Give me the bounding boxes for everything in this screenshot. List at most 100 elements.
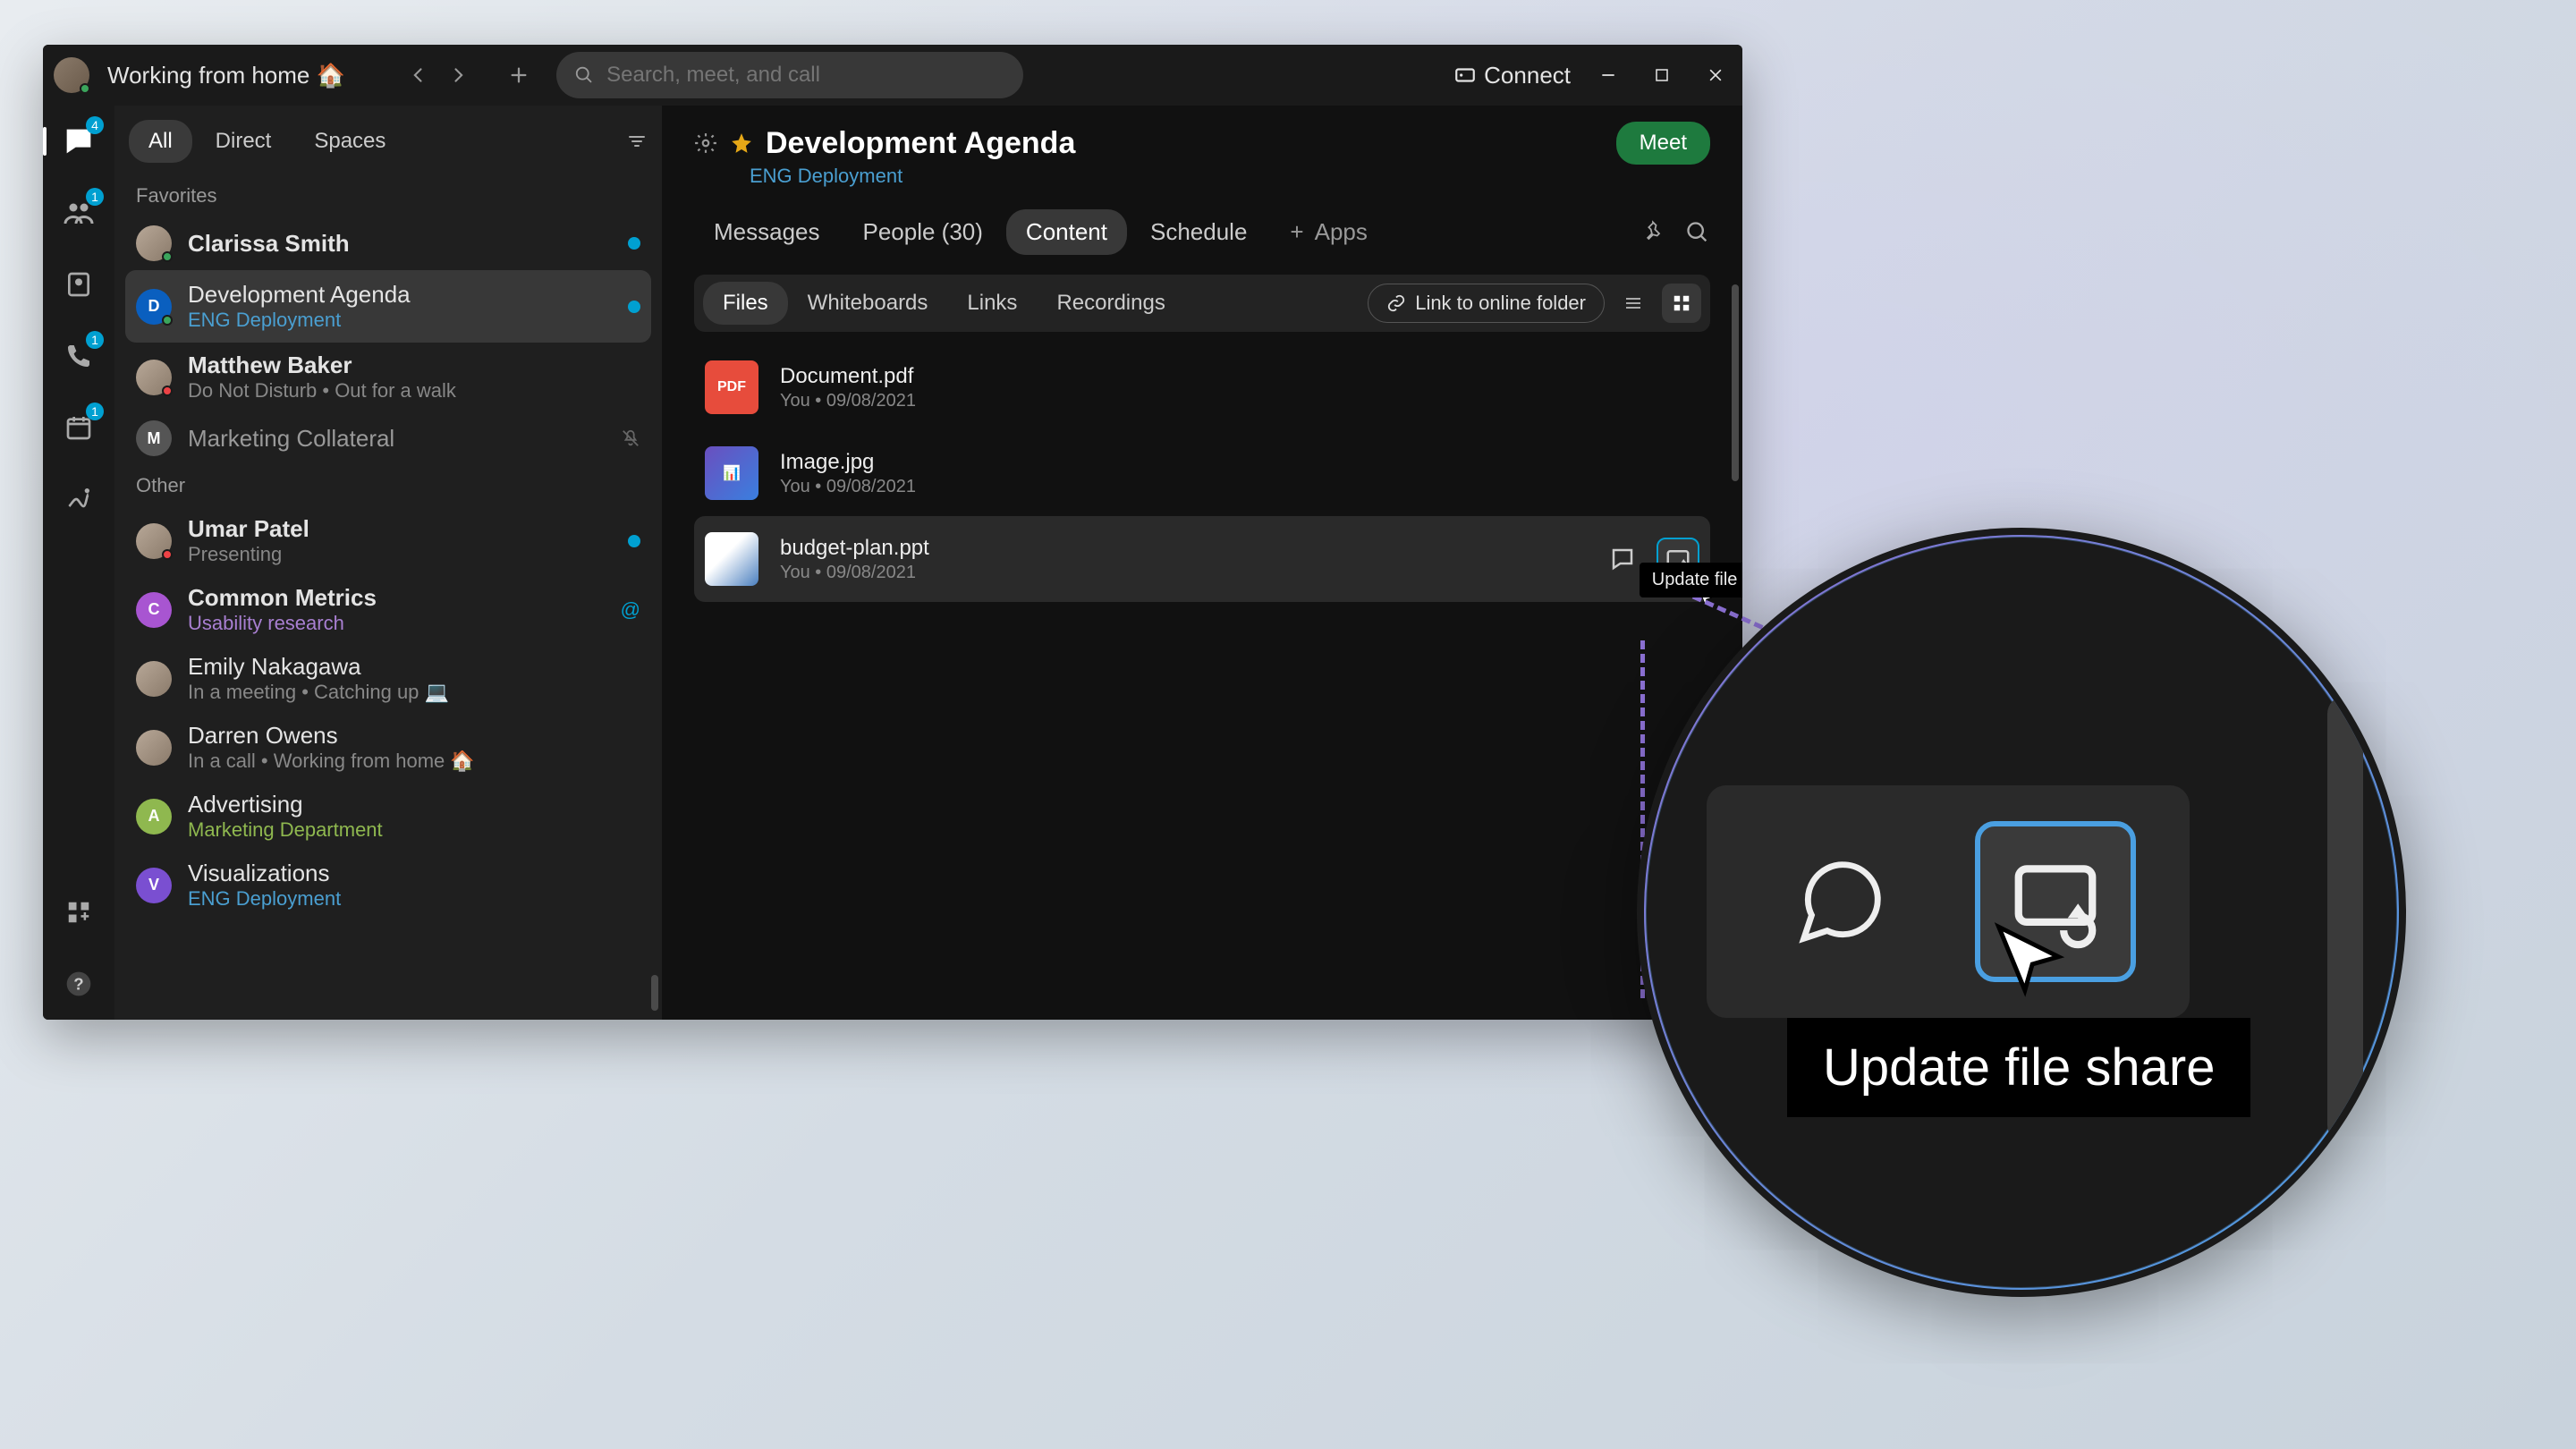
user-avatar[interactable] bbox=[54, 57, 89, 93]
avatar bbox=[136, 360, 172, 395]
pin-icon[interactable] bbox=[1640, 220, 1665, 245]
chat-action-button[interactable] bbox=[1601, 538, 1644, 580]
link-icon bbox=[1386, 293, 1406, 313]
rail-meetings[interactable]: 1 bbox=[57, 406, 100, 449]
avatar: C bbox=[136, 592, 172, 628]
rail-teams[interactable]: 1 bbox=[57, 191, 100, 234]
rail-help[interactable]: ? bbox=[57, 962, 100, 1005]
tab-all[interactable]: All bbox=[129, 120, 192, 163]
titlebar: Working from home 🏠 Connect bbox=[43, 45, 1742, 106]
sidebar-item-visualizations[interactable]: V Visualizations ENG Deployment bbox=[114, 851, 662, 919]
status-label: Working from home 🏠 bbox=[107, 62, 345, 89]
scrollbar-thumb[interactable] bbox=[651, 975, 658, 1011]
search-input[interactable] bbox=[606, 63, 1004, 88]
avatar: D bbox=[136, 289, 172, 325]
zoom-inset: Update file share bbox=[1637, 528, 2406, 1297]
rail-badge: 1 bbox=[86, 188, 104, 206]
status-dot-active bbox=[162, 251, 173, 262]
nav-rail: 4 1 1 1 bbox=[43, 106, 114, 1020]
ppt-thumb-icon bbox=[705, 532, 758, 586]
maximize-button[interactable] bbox=[1646, 59, 1678, 91]
grid-view-button[interactable] bbox=[1662, 284, 1701, 323]
avatar: V bbox=[136, 868, 172, 903]
rail-analytics[interactable] bbox=[57, 478, 100, 521]
subtab-recordings[interactable]: Recordings bbox=[1037, 282, 1184, 325]
rail-badge: 4 bbox=[86, 116, 104, 134]
nav-forward-button[interactable] bbox=[438, 55, 478, 95]
unread-dot bbox=[628, 535, 640, 547]
favorite-icon[interactable] bbox=[730, 131, 753, 155]
room-title: Development Agenda bbox=[766, 126, 1075, 161]
mention-icon: @ bbox=[621, 598, 640, 622]
sidebar-item-dev-agenda[interactable]: D Development Agenda ENG Deployment bbox=[125, 270, 651, 343]
rail-apps[interactable] bbox=[57, 891, 100, 934]
muted-icon bbox=[621, 428, 640, 448]
sidebar-item-matthew[interactable]: Matthew Baker Do Not Disturb • Out for a… bbox=[114, 343, 662, 411]
tab-content[interactable]: Content bbox=[1006, 209, 1127, 255]
subtab-links[interactable]: Links bbox=[947, 282, 1037, 325]
pdf-thumb-icon: PDF bbox=[705, 360, 758, 414]
file-row[interactable]: PDF Document.pdf You • 09/08/2021 bbox=[694, 344, 1710, 430]
rail-badge: 1 bbox=[86, 402, 104, 420]
avatar: A bbox=[136, 799, 172, 835]
connect-button[interactable]: Connect bbox=[1453, 62, 1571, 89]
other-header: Other bbox=[114, 465, 662, 506]
zoom-tooltip: Update file share bbox=[1787, 1018, 2250, 1117]
list-view-button[interactable] bbox=[1614, 284, 1653, 323]
status-dot-presenting bbox=[162, 549, 173, 560]
sidebar-item-emily[interactable]: Emily Nakagawa In a meeting • Catching u… bbox=[114, 644, 662, 713]
filter-icon[interactable] bbox=[626, 131, 648, 152]
new-tab-button[interactable] bbox=[499, 55, 538, 95]
sidebar-item-advertising[interactable]: A Advertising Marketing Department bbox=[114, 782, 662, 851]
image-thumb-icon: 📊 bbox=[705, 446, 758, 500]
meet-button[interactable]: Meet bbox=[1616, 122, 1710, 165]
content-subtabs: Files Whiteboards Links Recordings Link … bbox=[694, 275, 1710, 332]
tab-messages[interactable]: Messages bbox=[694, 209, 840, 255]
rail-badge: 1 bbox=[86, 331, 104, 349]
rail-contacts[interactable] bbox=[57, 263, 100, 306]
minimize-button[interactable] bbox=[1592, 59, 1624, 91]
tooltip: Update file share bbox=[1640, 563, 1742, 597]
tab-spaces[interactable]: Spaces bbox=[294, 120, 405, 163]
sidebar-item-marketing-collateral[interactable]: M Marketing Collateral bbox=[114, 411, 662, 465]
settings-icon[interactable] bbox=[694, 131, 717, 155]
sidebar-item-common-metrics[interactable]: C Common Metrics Usability research @ bbox=[114, 575, 662, 644]
zoom-scrollbar bbox=[2327, 696, 2363, 1143]
unread-dot bbox=[628, 237, 640, 250]
search-icon bbox=[574, 64, 594, 86]
file-row[interactable]: 📊 Image.jpg You • 09/08/2021 bbox=[694, 430, 1710, 516]
search-content-icon[interactable] bbox=[1685, 220, 1710, 245]
rail-messaging[interactable]: 4 bbox=[57, 120, 100, 163]
scrollbar-thumb[interactable] bbox=[1732, 284, 1739, 481]
sidebar-item-darren[interactable]: Darren Owens In a call • Working from ho… bbox=[114, 713, 662, 782]
room-subtitle: ENG Deployment bbox=[750, 165, 1710, 188]
nav-back-button[interactable] bbox=[399, 55, 438, 95]
sidebar-scrollbar[interactable] bbox=[649, 106, 658, 1020]
close-button[interactable] bbox=[1699, 59, 1732, 91]
sidebar-item-umar[interactable]: Umar Patel Presenting bbox=[114, 506, 662, 575]
search-bar[interactable] bbox=[556, 52, 1023, 98]
favorites-header: Favorites bbox=[114, 175, 662, 216]
avatar bbox=[136, 523, 172, 559]
status-dot-active bbox=[80, 83, 90, 94]
subtab-files[interactable]: Files bbox=[703, 282, 788, 325]
tab-apps[interactable]: +Apps bbox=[1270, 209, 1386, 255]
avatar bbox=[136, 225, 172, 261]
file-row[interactable]: budget-plan.ppt You • 09/08/2021 Update … bbox=[694, 516, 1710, 602]
tab-schedule[interactable]: Schedule bbox=[1131, 209, 1267, 255]
connect-icon bbox=[1453, 64, 1477, 87]
avatar bbox=[136, 661, 172, 697]
zoom-chat-button[interactable] bbox=[1760, 821, 1921, 982]
rail-calling[interactable]: 1 bbox=[57, 335, 100, 377]
app-window: Working from home 🏠 Connect 4 bbox=[43, 45, 1742, 1020]
tab-direct[interactable]: Direct bbox=[196, 120, 292, 163]
subtab-whiteboards[interactable]: Whiteboards bbox=[788, 282, 948, 325]
main-panel: Development Agenda Meet ENG Deployment M… bbox=[662, 106, 1742, 1020]
status-dot-dnd bbox=[162, 386, 173, 396]
avatar: M bbox=[136, 420, 172, 456]
tab-people[interactable]: People (30) bbox=[843, 209, 1003, 255]
sidebar: All Direct Spaces Favorites Clarissa Smi… bbox=[114, 106, 662, 1020]
avatar bbox=[136, 730, 172, 766]
sidebar-item-clarissa[interactable]: Clarissa Smith bbox=[114, 216, 662, 270]
link-folder-button[interactable]: Link to online folder bbox=[1368, 284, 1605, 323]
